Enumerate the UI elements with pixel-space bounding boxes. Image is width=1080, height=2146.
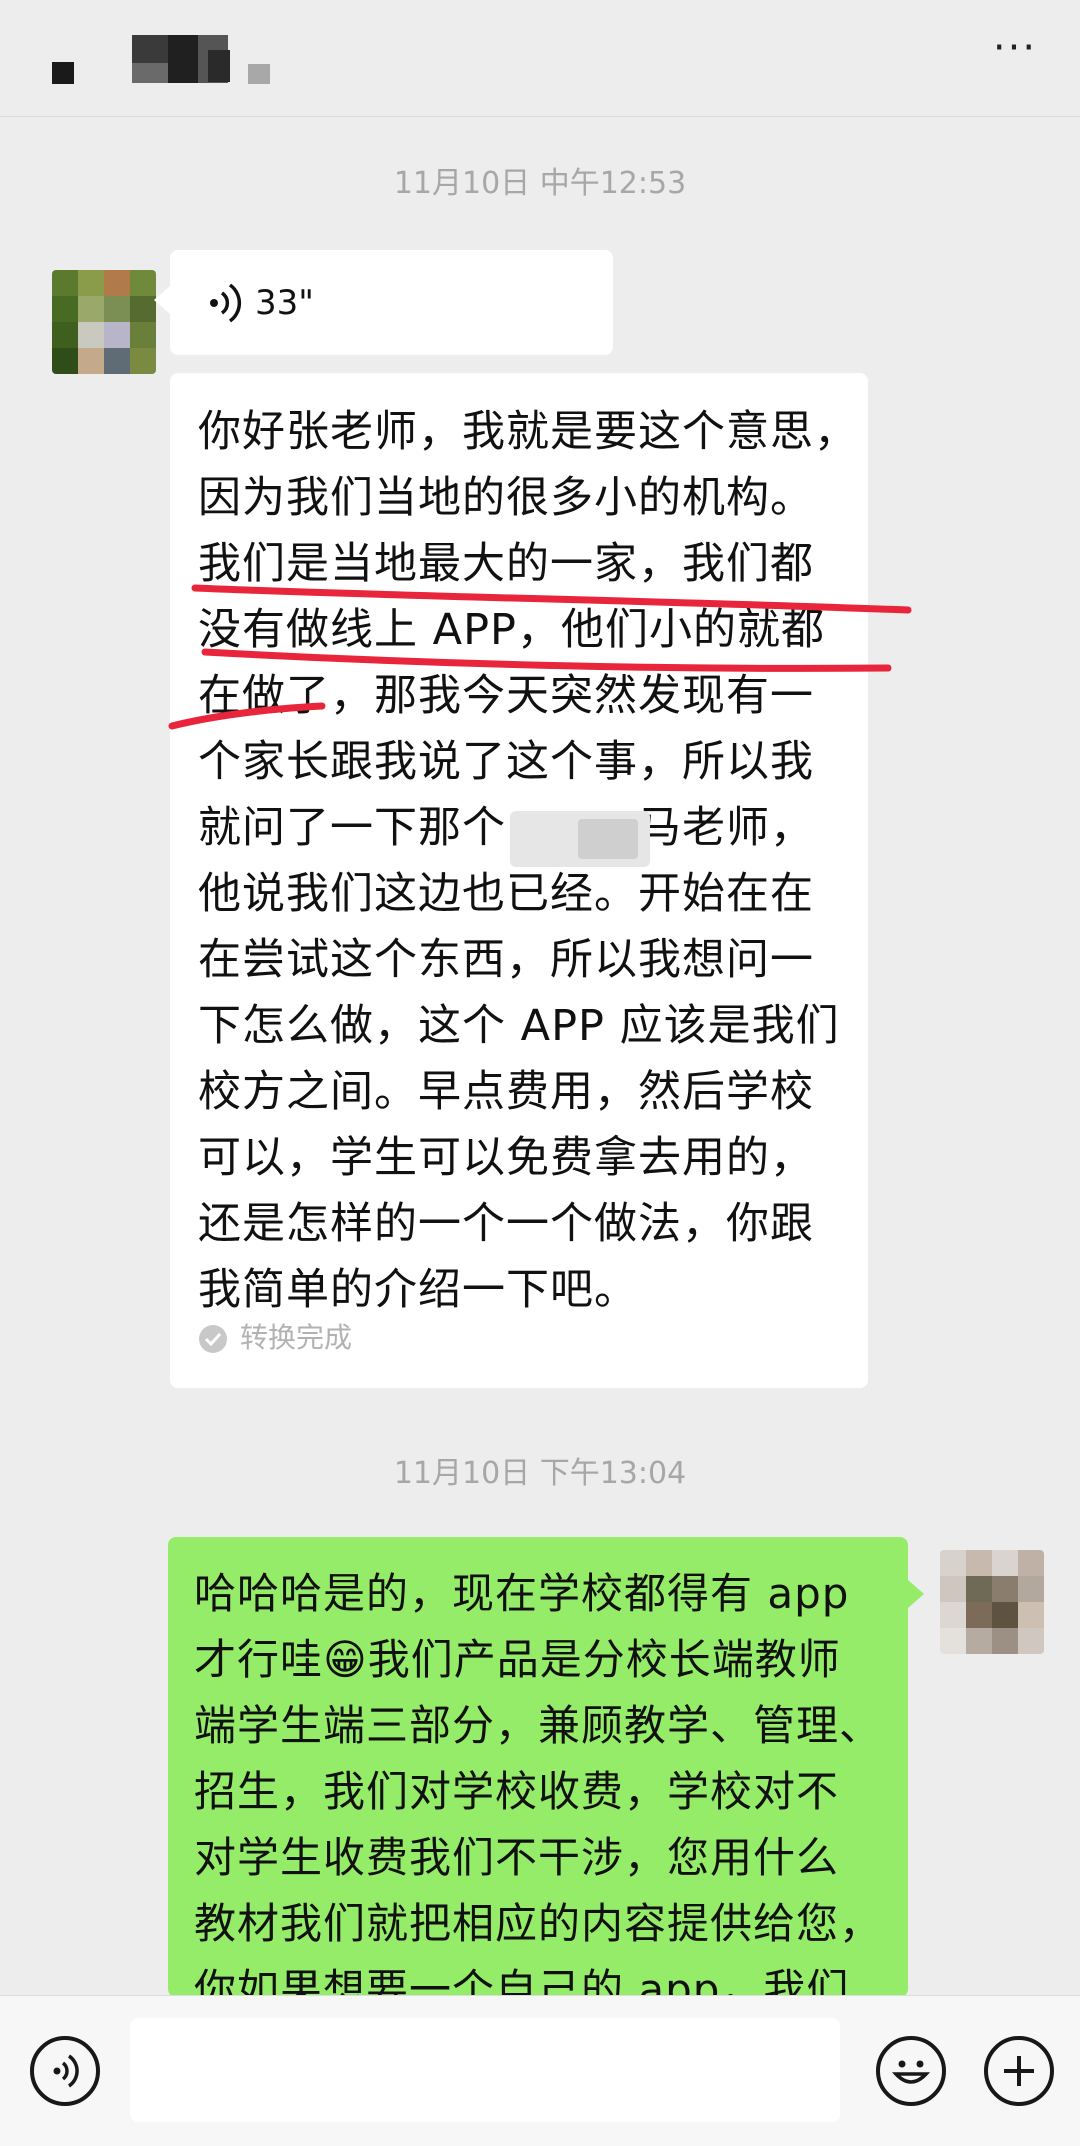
message-line: 招生，我们对学校收费，学校对不 <box>194 1767 840 1816</box>
message-line: 对学生收费我们不干涉，您用什么 <box>194 1833 840 1882</box>
sent-message-bubble[interactable]: 哈哈哈是的，现在学校都得有 app 才行哇😁我们产品是分校长端教师 端学生端三部… <box>168 1537 908 1997</box>
chat-input-bar <box>0 1995 1080 2146</box>
add-button[interactable] <box>984 2036 1054 2106</box>
message-line: 端学生端三部分，兼顾教学、管理、 <box>194 1701 883 1750</box>
emoji-button[interactable] <box>876 2036 946 2106</box>
sent-bubble-tail <box>908 1580 924 1608</box>
message-line: 哈哈哈是的，现在学校都得有 app <box>194 1569 850 1618</box>
message-input[interactable] <box>130 2018 840 2122</box>
my-avatar[interactable] <box>940 1550 1044 1654</box>
message-line: 你如果想要一个自己的 app，我们 <box>194 1965 850 1997</box>
voice-input-icon <box>53 2054 79 2088</box>
sent-message-text: 哈哈哈是的，现在学校都得有 app 才行哇😁我们产品是分校长端教师 端学生端三部… <box>194 1561 894 1997</box>
message-timestamp: 11月10日 下午13:04 <box>393 1456 687 1491</box>
add-icon <box>1004 2056 1034 2086</box>
emoji-icon <box>891 2060 931 2084</box>
voice-input-button[interactable] <box>30 2036 100 2106</box>
message-line: 教材我们就把相应的内容提供给您， <box>194 1899 883 1948</box>
message-line: 才行哇😁我们产品是分校长端教师 <box>194 1635 841 1684</box>
